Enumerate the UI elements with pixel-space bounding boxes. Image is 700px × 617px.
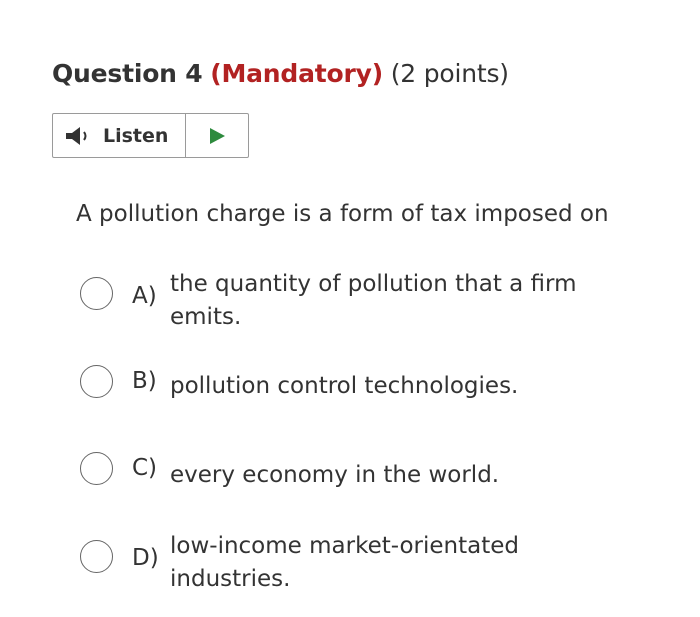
question-title: Question 4 bbox=[52, 59, 203, 88]
listen-button[interactable]: Listen bbox=[53, 114, 186, 157]
option-a[interactable]: A) the quantity of pollution that a firm… bbox=[80, 268, 610, 334]
radio-button-d[interactable] bbox=[80, 540, 113, 573]
question-header: Question 4 (Mandatory) (2 points) bbox=[52, 54, 509, 94]
points-label: (2 points) bbox=[390, 59, 509, 88]
option-d[interactable]: D) low-income market-orientated industri… bbox=[80, 530, 610, 596]
option-letter-a: A) bbox=[132, 283, 157, 309]
listen-widget: Listen bbox=[52, 113, 249, 158]
option-b[interactable]: B) pollution control technologies. bbox=[80, 364, 610, 403]
listen-label: Listen bbox=[103, 124, 169, 147]
play-icon bbox=[208, 127, 226, 145]
play-button[interactable] bbox=[186, 114, 248, 157]
option-c[interactable]: C) every economy in the world. bbox=[80, 451, 610, 492]
option-text-a[interactable]: the quantity of pollution that a firm em… bbox=[170, 268, 610, 334]
radio-button-c[interactable] bbox=[80, 452, 113, 485]
option-text-d[interactable]: low-income market-orientated industries. bbox=[170, 530, 610, 596]
option-text-c[interactable]: every economy in the world. bbox=[170, 459, 610, 492]
option-letter-d: D) bbox=[132, 545, 159, 571]
question-text: A pollution charge is a form of tax impo… bbox=[76, 201, 609, 227]
speaker-icon bbox=[65, 126, 95, 146]
radio-button-b[interactable] bbox=[80, 365, 113, 398]
option-text-b[interactable]: pollution control technologies. bbox=[170, 370, 610, 403]
radio-button-a[interactable] bbox=[80, 277, 113, 310]
option-letter-b: B) bbox=[132, 368, 157, 394]
mandatory-label: (Mandatory) bbox=[210, 59, 383, 88]
option-letter-c: C) bbox=[132, 455, 158, 481]
